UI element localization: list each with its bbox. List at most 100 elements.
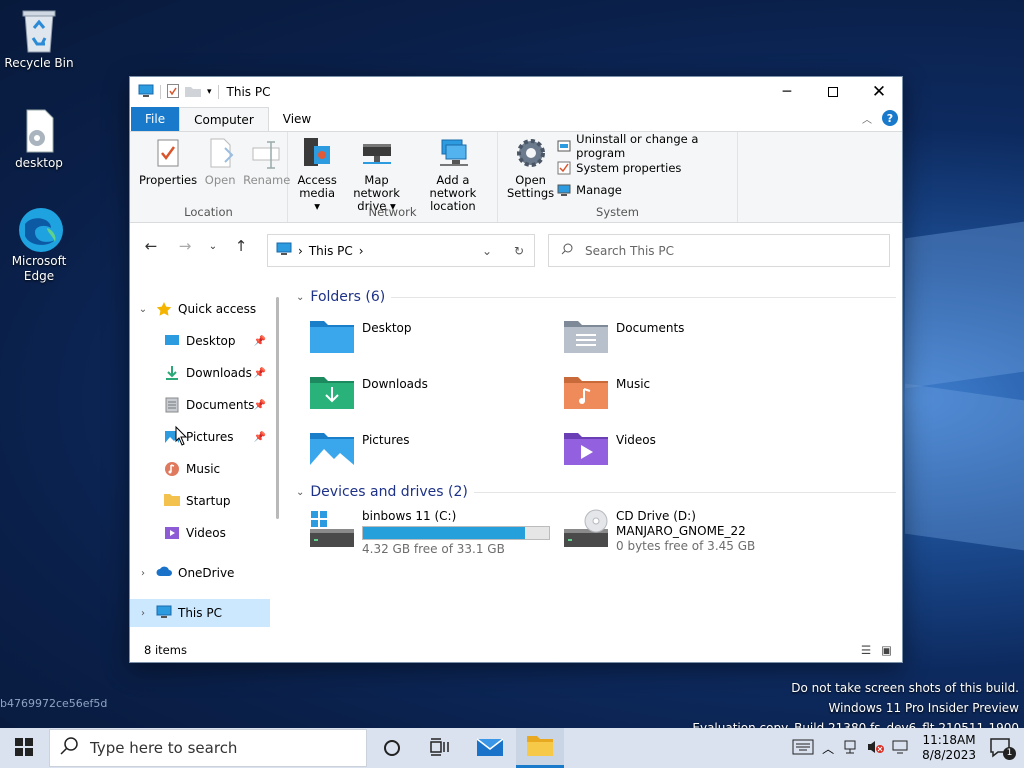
chevron-down-icon[interactable]: ⌄ [130, 304, 156, 315]
task-view-icon [430, 737, 450, 759]
address-bar[interactable]: › This PC › ⌄ ↻ [267, 234, 535, 267]
sidebar-item-this-pc[interactable]: › This PC [130, 599, 270, 627]
start-button[interactable] [0, 728, 48, 768]
taskbar-file-explorer[interactable] [516, 728, 564, 768]
cortana-circle-icon [384, 740, 400, 756]
network-icon[interactable] [842, 739, 858, 758]
tab-computer[interactable]: Computer [179, 107, 269, 131]
recent-locations-button[interactable]: ⌄ [202, 241, 224, 252]
folder-music[interactable]: Music [564, 373, 650, 409]
breadcrumb-chevron-icon[interactable]: › [359, 244, 364, 258]
back-button[interactable]: ← [134, 237, 168, 255]
breadcrumb-this-pc[interactable]: This PC [309, 244, 353, 258]
notifications-icon[interactable]: 1 [990, 738, 1016, 760]
sidebar-scrollbar[interactable] [276, 297, 279, 519]
taskbar-search-box[interactable]: Type here to search [49, 729, 367, 767]
up-button[interactable]: ↑ [224, 237, 258, 255]
windows-drive-icon [310, 509, 354, 549]
sidebar-item-videos[interactable]: Videos [130, 519, 270, 547]
cortana-button[interactable] [368, 728, 416, 768]
chevron-down-icon: ⌄ [296, 486, 305, 498]
display-icon[interactable] [892, 739, 908, 758]
open-icon [203, 136, 237, 170]
drive-c[interactable]: binbows 11 (C:) 4.32 GB free of 33.1 GB [310, 509, 550, 557]
file-explorer-window[interactable]: ▾ This PC ─ ✕ File Computer View ︿ ? Pro… [129, 76, 903, 663]
sidebar-item-desktop[interactable]: Desktop 📌 [130, 327, 270, 355]
desktop-icon-recycle-bin[interactable]: Recycle Bin [0, 8, 78, 71]
pin-icon[interactable]: 📌 [254, 368, 266, 379]
chevron-right-icon[interactable]: › [130, 568, 156, 579]
volume-muted-icon[interactable] [866, 739, 885, 758]
sidebar-item-onedrive[interactable]: › OneDrive [130, 559, 270, 587]
edge-icon [17, 206, 63, 252]
collapse-ribbon-icon[interactable]: ︿ [862, 111, 872, 126]
music-folder-icon [564, 373, 608, 409]
recycle-bin-icon [17, 8, 61, 53]
touch-keyboard-icon[interactable] [792, 739, 814, 758]
search-icon [561, 243, 573, 258]
help-icon[interactable]: ? [882, 110, 898, 126]
system-properties-icon [557, 161, 571, 175]
chevron-right-icon[interactable]: › [130, 608, 156, 619]
uninstall-program-button[interactable]: Uninstall or change a program [557, 132, 733, 160]
large-icons-view-icon[interactable]: ▣ [881, 643, 892, 657]
sidebar-item-pictures[interactable]: Pictures 📌 [130, 423, 270, 451]
task-view-button[interactable] [416, 728, 464, 768]
network-drive-icon [360, 136, 394, 170]
forward-button[interactable]: → [168, 237, 202, 255]
sidebar-item-quick-access[interactable]: ⌄ Quick access [130, 295, 270, 323]
this-pc-icon [156, 605, 172, 621]
sidebar-item-downloads[interactable]: Downloads 📌 [130, 359, 270, 387]
properties-check-icon[interactable] [167, 83, 179, 101]
pin-icon[interactable]: 📌 [254, 400, 266, 411]
pin-icon[interactable]: 📌 [254, 432, 266, 443]
close-button[interactable]: ✕ [856, 77, 902, 107]
documents-icon [164, 397, 180, 413]
clock[interactable]: 11:18AM 8/8/2023 [916, 733, 982, 763]
desktop-icon-desktop-file[interactable]: desktop [0, 108, 78, 171]
title-bar[interactable]: ▾ This PC ─ ✕ [130, 77, 902, 107]
breadcrumb-chevron-icon[interactable]: › [298, 244, 303, 258]
music-icon [164, 461, 180, 477]
sidebar-item-startup[interactable]: Startup [130, 487, 270, 515]
folder-desktop[interactable]: Desktop [310, 317, 412, 353]
details-view-icon[interactable]: ☰ [861, 643, 871, 657]
sidebar-item-music[interactable]: Music [130, 455, 270, 483]
minimize-button[interactable]: ─ [764, 77, 810, 107]
system-properties-button[interactable]: System properties [557, 160, 733, 176]
folders-section-header[interactable]: ⌄ Folders (6) [296, 289, 896, 305]
network-location-icon [436, 136, 470, 170]
folder-pictures[interactable]: Pictures [310, 429, 410, 465]
desktop-icon-edge[interactable]: Microsoft Edge [0, 206, 78, 284]
window-title: This PC [226, 85, 271, 99]
mouse-cursor-icon [172, 425, 188, 452]
pin-icon[interactable]: 📌 [254, 336, 266, 347]
maximize-button[interactable] [810, 77, 856, 107]
drives-section-header[interactable]: ⌄ Devices and drives (2) [296, 484, 896, 500]
drive-usage-bar [362, 526, 550, 540]
desktop-folder-icon [310, 317, 354, 353]
folder-icon [164, 493, 180, 509]
drive-volume-label: MANJARO_GNOME_22 [616, 524, 746, 538]
refresh-icon[interactable]: ↻ [514, 244, 524, 258]
new-folder-icon[interactable] [185, 85, 201, 100]
tab-file[interactable]: File [131, 107, 180, 131]
notification-count: 1 [1003, 747, 1016, 760]
search-box[interactable]: Search This PC [548, 234, 890, 267]
tab-view[interactable]: View [269, 107, 325, 131]
address-dropdown-icon[interactable]: ⌄ [482, 244, 492, 258]
manage-icon [557, 183, 571, 197]
manage-button[interactable]: Manage [557, 182, 733, 198]
system-tray: ︿ 11:18AM 8/8/2023 1 [792, 728, 1024, 768]
mail-icon [476, 737, 504, 760]
folder-documents[interactable]: Documents [564, 317, 684, 353]
qat-dropdown-icon[interactable]: ▾ [207, 87, 212, 97]
taskbar-mail[interactable] [466, 728, 514, 768]
sidebar-item-documents[interactable]: Documents 📌 [130, 391, 270, 419]
show-hidden-icons-icon[interactable]: ︿ [822, 740, 834, 757]
drive-usage-fill [363, 527, 525, 539]
folder-downloads[interactable]: Downloads [310, 373, 428, 409]
drive-d[interactable]: CD Drive (D:) MANJARO_GNOME_22 0 bytes f… [564, 509, 755, 554]
access-media-icon [300, 136, 334, 170]
folder-videos[interactable]: Videos [564, 429, 656, 465]
